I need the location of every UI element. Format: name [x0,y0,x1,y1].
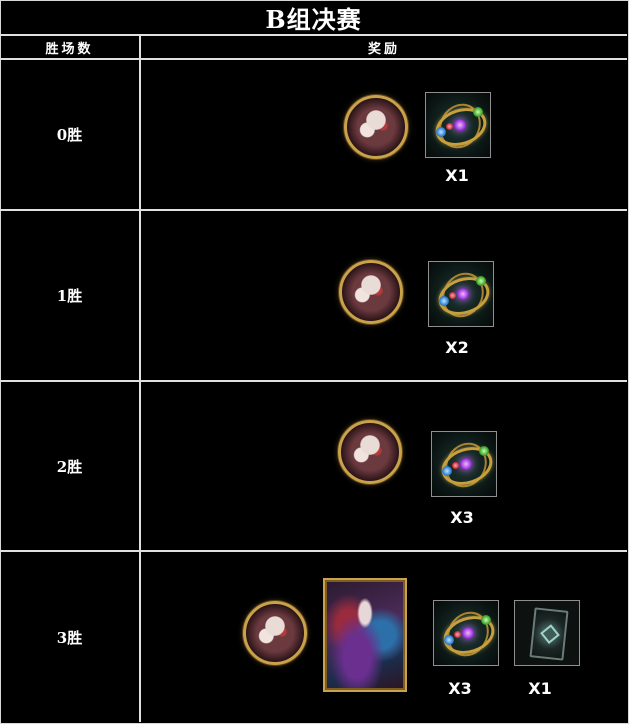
column-divider [139,36,141,722]
card-back-item-icon [514,600,580,666]
orb-quantity: X3 [450,508,474,527]
avatar-frame-reward [339,260,403,324]
header-wins: 胜场数 [45,41,94,57]
avatar-frame-reward [338,420,402,484]
orb-quantity: X1 [445,166,469,185]
row-label-0: 0胜 [56,126,83,144]
orb-item-icon [433,600,500,666]
orb-item-icon [431,431,498,497]
orb-quantity: X3 [448,679,472,698]
orb-quantity: X2 [445,338,469,357]
header-rewards: 奖励 [367,41,400,57]
row-label-1: 1胜 [56,287,83,305]
character-card-image [323,578,407,692]
card-quantity: X1 [528,679,552,698]
table-title: B组决赛 [265,4,362,34]
orb-item-icon [425,92,492,158]
avatar-frame-reward [243,601,307,665]
orb-item-icon [428,261,495,327]
avatar-frame-reward [344,95,408,159]
row-label-3: 3胜 [56,628,83,647]
row-label-2: 2胜 [56,457,83,476]
